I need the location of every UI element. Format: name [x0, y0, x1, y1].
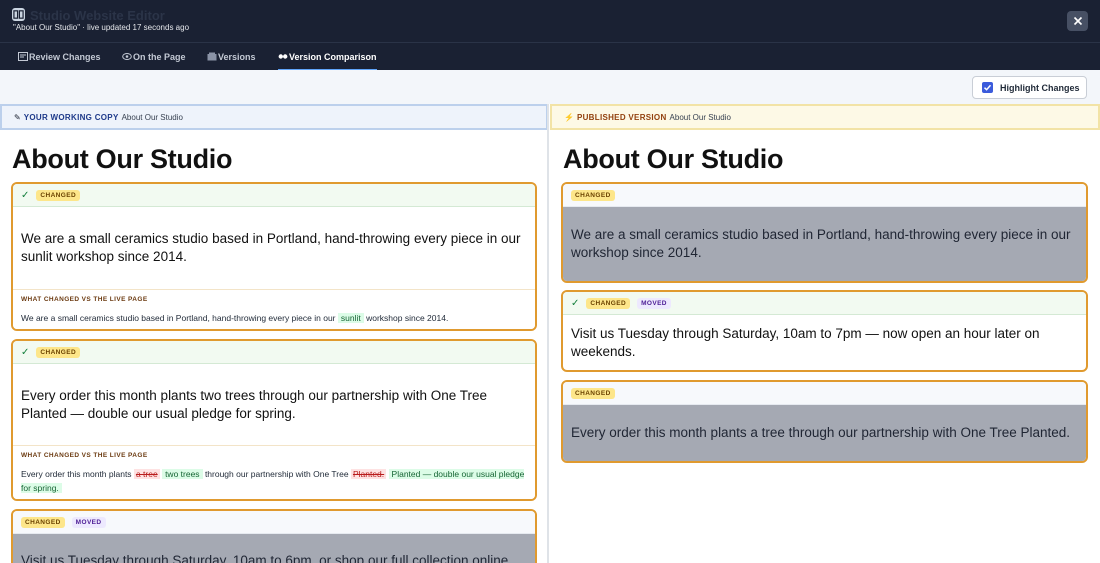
block-text: Every order this month plants two trees … [21, 387, 487, 421]
diff-unchanged: through our partnership with One Tree [204, 469, 349, 479]
diff-deletion: Planted. [350, 469, 387, 479]
block-header: ✓ CHANGED [13, 341, 535, 364]
diff-unchanged: Every order this month plants [21, 469, 132, 479]
tab-version-comparison[interactable]: Version Comparison [278, 43, 377, 71]
tab-review-changes[interactable]: Review Changes [18, 43, 101, 70]
changed-badge: CHANGED [586, 297, 631, 309]
close-icon [1073, 16, 1082, 26]
app-title: Studio Website Editor [30, 8, 165, 23]
block-header: CHANGED [563, 184, 1086, 207]
tab-label: Version Comparison [289, 51, 377, 62]
diff-unchanged: workshop since 2014. [366, 313, 449, 323]
tab-label: Review Changes [29, 51, 101, 62]
checkbox[interactable] [982, 82, 993, 93]
tab-label: Versions [218, 51, 256, 62]
diff-section: WHAT CHANGED VS THE LIVE PAGE We are a s… [13, 289, 535, 329]
diff-section: WHAT CHANGED VS THE LIVE PAGE Every orde… [13, 445, 535, 499]
check-icon: ✓ [21, 189, 30, 201]
content-block[interactable]: CHANGED MOVED Visit us Tuesday through S… [11, 509, 537, 563]
review-icon [18, 52, 28, 61]
published-version-pane: ⚡ PUBLISHED VERSION About Our Studio Abo… [550, 104, 1100, 563]
top-header: Studio Website Editor "About Our Studio"… [0, 0, 1100, 42]
tab-label: On the Page [133, 51, 186, 62]
diff-label: WHAT CHANGED VS THE LIVE PAGE [21, 452, 148, 459]
block-header: ✓ CHANGED [13, 184, 535, 207]
block-text: We are a small ceramics studio based in … [563, 207, 1086, 281]
block-text: Visit us Tuesday through Saturday, 10am … [13, 534, 535, 563]
highlight-changes-label: Highlight Changes [1000, 82, 1080, 93]
changed-badge: CHANGED [36, 346, 81, 358]
changed-badge: CHANGED [571, 387, 615, 399]
block-header: CHANGED MOVED [13, 511, 535, 534]
tab-on-the-page[interactable]: On the Page [122, 43, 186, 70]
working-copy-pane: ✎ YOUR WORKING COPY About Our Studio Abo… [0, 104, 549, 563]
compare-icon [278, 54, 288, 59]
check-icon: ✓ [571, 297, 580, 309]
block-header: ✓ CHANGED MOVED [563, 292, 1086, 315]
highlight-changes-toggle[interactable]: Highlight Changes [972, 76, 1087, 99]
app-subtitle: "About Our Studio" · live updated 17 sec… [13, 23, 190, 32]
block-header: CHANGED [563, 382, 1086, 405]
diff-insertion: sunlit [337, 313, 364, 323]
tab-versions[interactable]: Versions [207, 43, 256, 70]
diff-text: We are a small ceramics studio based in … [21, 311, 527, 325]
diff-insertion: two trees [162, 469, 203, 479]
eye-icon [122, 53, 132, 60]
lightning-icon: ⚡ [564, 112, 574, 122]
close-button[interactable] [1067, 11, 1088, 31]
content-block[interactable]: CHANGED Every order this month plants a … [561, 380, 1088, 463]
versions-icon [207, 52, 217, 61]
changed-badge: CHANGED [21, 516, 65, 528]
content-block[interactable]: CHANGED We are a small ceramics studio b… [561, 182, 1088, 283]
block-text: We are a small ceramics studio based in … [21, 231, 521, 264]
pane-page-name: About Our Studio [121, 112, 183, 122]
content-block[interactable]: ✓ CHANGED MOVED Visit us Tuesday through… [561, 290, 1088, 372]
block-text: Every order this month plants a tree thr… [563, 405, 1086, 461]
published-version-header: ⚡ PUBLISHED VERSION About Our Studio [550, 104, 1100, 130]
check-icon: ✓ [21, 346, 30, 358]
pane-page-name: About Our Studio [669, 112, 731, 122]
moved-badge: MOVED [637, 297, 671, 309]
working-copy-header: ✎ YOUR WORKING COPY About Our Studio [0, 104, 547, 130]
diff-unchanged: We are a small ceramics studio based in … [21, 313, 336, 323]
changed-badge: CHANGED [571, 189, 615, 201]
pencil-icon: ✎ [14, 112, 21, 122]
toolbar: Highlight Changes [0, 70, 1100, 104]
tab-bar: Review Changes On the Page Versions Vers… [0, 42, 1100, 71]
content-block[interactable]: ✓ CHANGED Every order this month plants … [11, 339, 537, 501]
diff-deletion: a tree [133, 469, 160, 479]
page-title: About Our Studio [563, 144, 784, 174]
page-title: About Our Studio [12, 144, 233, 174]
content-block[interactable]: ✓ CHANGED We are a small ceramics studio… [11, 182, 537, 331]
pane-tag: PUBLISHED VERSION [576, 112, 667, 122]
changed-badge: CHANGED [36, 189, 81, 201]
check-icon [983, 84, 992, 91]
pane-tag: YOUR WORKING COPY [23, 112, 119, 122]
diff-text: Every order this month plants a tree two… [21, 467, 527, 495]
moved-badge: MOVED [71, 516, 106, 528]
diff-label: WHAT CHANGED VS THE LIVE PAGE [21, 296, 148, 303]
compare-icon [12, 8, 25, 21]
block-text: Visit us Tuesday through Saturday, 10am … [571, 325, 1040, 359]
